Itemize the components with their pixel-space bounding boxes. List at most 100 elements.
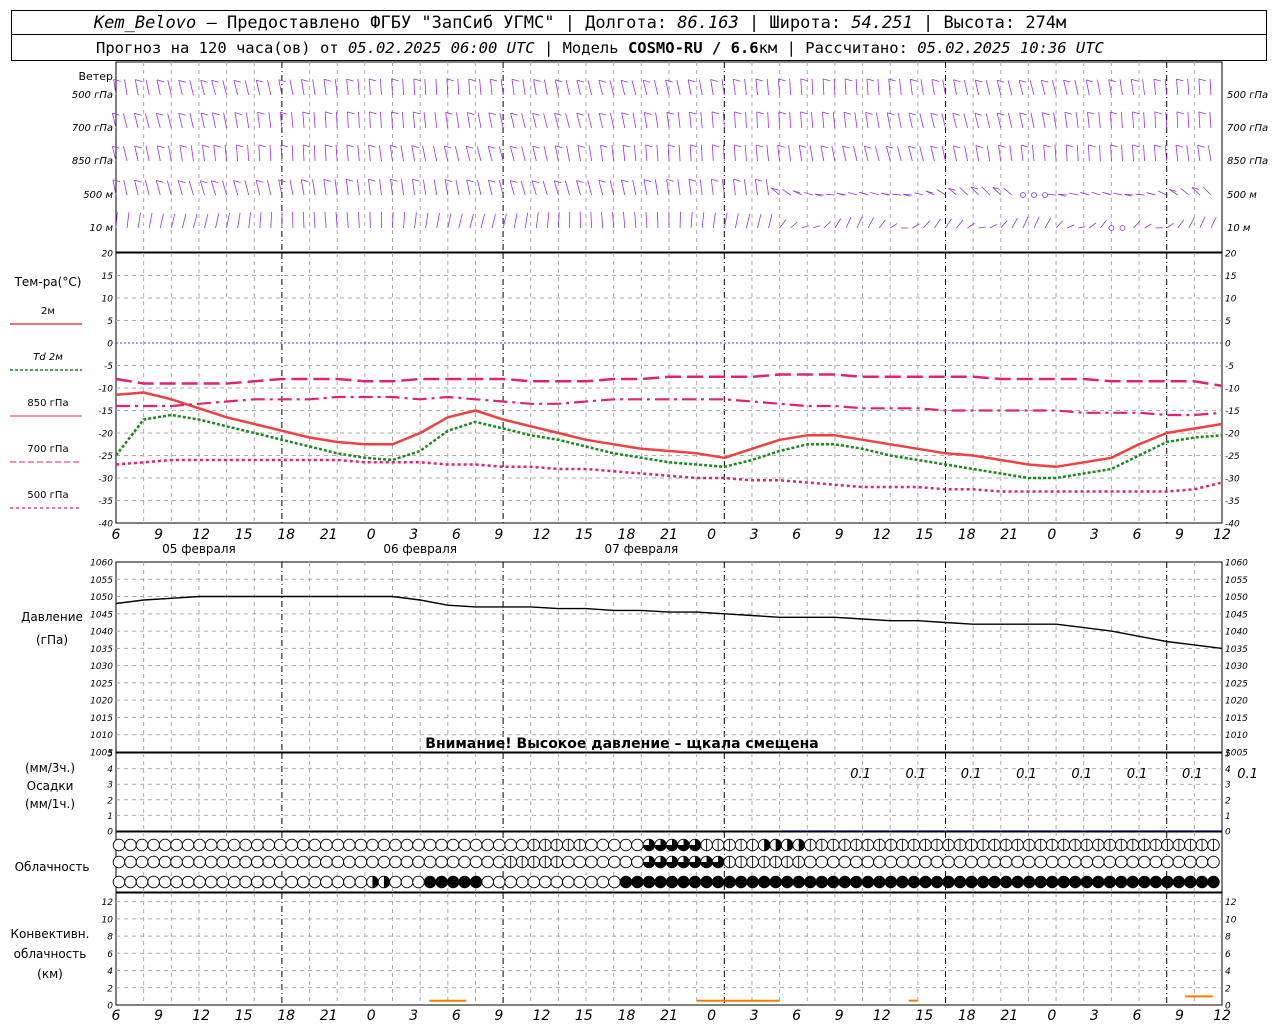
- cloud-symbol: [412, 855, 425, 869]
- cloud-symbol: [792, 875, 805, 889]
- wind-barb: [779, 219, 787, 229]
- wind-barb: [244, 80, 250, 96]
- wind-barb: [877, 78, 880, 96]
- wind-barb: [204, 213, 209, 229]
- wind-flag: [1175, 144, 1184, 148]
- wind-barb: [188, 180, 194, 196]
- wind-flag: [157, 145, 165, 149]
- conv-ytick-right: 6: [1225, 950, 1231, 960]
- wind-barb: [1033, 216, 1040, 229]
- wind-barb: [498, 180, 504, 196]
- wind-barb: [544, 79, 548, 96]
- wind-barb: [1100, 219, 1107, 229]
- wind-barb: [402, 78, 404, 96]
- wind-barb: [1000, 220, 1008, 229]
- wind-barb: [822, 111, 825, 129]
- conv-ytick-right: 4: [1225, 967, 1231, 977]
- wind-barb: [598, 80, 604, 96]
- pressure-ytick-left: 1030: [90, 662, 113, 672]
- wind-barb: [1066, 224, 1075, 229]
- wind-barb: [469, 213, 474, 229]
- wind-barb: [908, 146, 913, 162]
- wind-barb: [466, 179, 471, 196]
- wind-barb: [845, 216, 852, 229]
- wind-barb: [520, 180, 526, 196]
- wind-barb: [853, 146, 858, 162]
- wind-barb: [788, 145, 792, 162]
- x-hour-label-bottom: 9: [1175, 1008, 1184, 1024]
- cloud-symbol: [320, 875, 333, 889]
- wind-barb: [357, 78, 360, 96]
- wind-barb: [134, 145, 139, 162]
- cloud-symbol: [377, 838, 391, 852]
- cloud-half: [372, 876, 379, 888]
- x-hour-label: 3: [1090, 527, 1099, 543]
- wind-barb: [258, 144, 261, 162]
- wind-flag: [236, 144, 244, 148]
- wind-barb: [202, 145, 205, 162]
- wind-barb: [245, 112, 250, 129]
- wind-barb: [712, 212, 716, 229]
- wind-flag: [413, 111, 421, 115]
- wind-barb: [1197, 145, 1201, 162]
- wind-flag: [531, 180, 540, 184]
- wind-barb: [178, 113, 183, 129]
- wind-barb: [255, 80, 261, 96]
- cloud-symbol: [1080, 875, 1094, 889]
- wind-barb: [166, 180, 172, 196]
- wind-barb: [789, 111, 792, 129]
- precip-label: (мм/3ч.): [25, 761, 75, 775]
- wind-barb: [1199, 216, 1206, 229]
- wind-flag: [844, 78, 853, 82]
- cloud-symbol: [1022, 875, 1036, 889]
- wind-barb: [974, 113, 980, 129]
- conv-ytick-right: 12: [1225, 898, 1237, 908]
- x-hour-label-bottom: 21: [660, 1008, 678, 1024]
- wind-barb: [1091, 191, 1101, 196]
- temp-ytick-right: 0: [1225, 340, 1231, 350]
- cloud-symbol: [1207, 855, 1220, 869]
- wind-barb: [233, 180, 239, 196]
- wind-barb: [391, 111, 393, 129]
- cloud-symbol: [227, 875, 241, 889]
- x-hour-label-bottom: 12: [873, 1008, 891, 1024]
- cloud-symbol: [239, 875, 252, 889]
- wind-barb: [458, 213, 463, 229]
- wind-barb: [167, 113, 172, 129]
- legend-label: 500 гПа: [27, 490, 68, 501]
- wind-barb: [134, 79, 139, 96]
- cloud-symbol: [1080, 855, 1094, 869]
- cloud-symbol: [135, 838, 149, 852]
- wind-flag: [930, 145, 938, 149]
- cloud-symbol: [469, 855, 483, 869]
- wind-flag: [1064, 111, 1073, 115]
- cloud-symbol: [999, 855, 1013, 869]
- temp-ytick-left: 0: [107, 340, 113, 350]
- cloud-symbol: [988, 855, 1001, 869]
- wind-barb: [444, 179, 449, 196]
- wind-barb: [213, 145, 216, 162]
- wind-barb: [312, 79, 316, 96]
- cloud-symbol: [320, 855, 333, 869]
- wind-flag: [1176, 111, 1185, 115]
- x-hour-label: 3: [750, 527, 759, 543]
- wind-barb: [854, 112, 858, 129]
- wind-barb: [289, 79, 294, 96]
- wind-barb: [123, 146, 128, 162]
- cloud-symbol: [746, 875, 759, 889]
- cloud-symbol: [631, 838, 644, 852]
- wind-barb: [800, 78, 803, 96]
- temp-ytick-right: 20: [1225, 250, 1237, 260]
- temp-ytick-right: -35: [1225, 497, 1240, 507]
- wind-barb: [1177, 219, 1185, 229]
- cloud-symbol: [1195, 875, 1209, 889]
- wind-barb: [1175, 145, 1179, 162]
- x-hour-label: 18: [958, 527, 976, 543]
- cloud-symbol: [1045, 875, 1059, 889]
- wind-barb: [643, 112, 648, 129]
- temp-ytick-right: -30: [1225, 475, 1240, 485]
- cloud-symbol: [585, 875, 598, 889]
- wind-barb: [313, 211, 316, 229]
- wind-flag: [842, 145, 850, 149]
- wind-flag: [953, 145, 961, 149]
